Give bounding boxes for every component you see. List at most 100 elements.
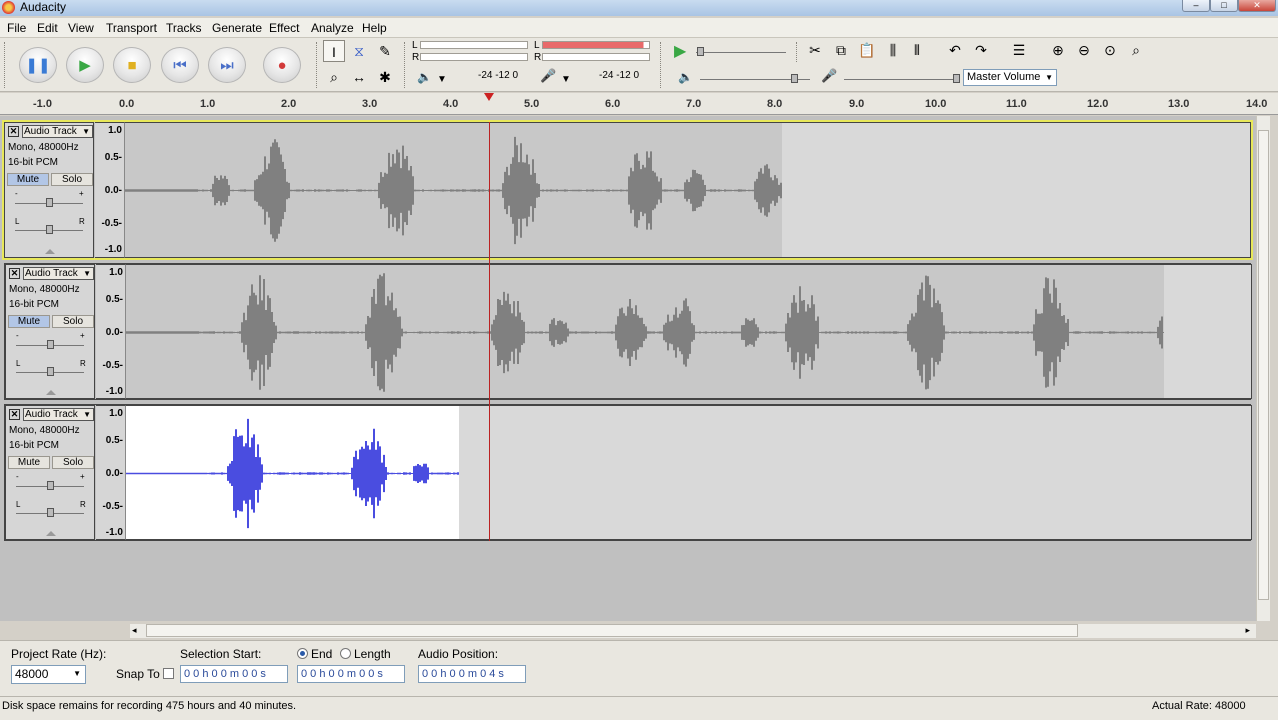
vertical-scrollbar-thumb[interactable] xyxy=(1258,130,1269,600)
collapse-track-icon[interactable] xyxy=(46,390,56,395)
envelope-tool-button[interactable]: ⧖ xyxy=(348,40,370,62)
silence-icon[interactable]: ⫴ xyxy=(906,39,928,61)
input-source-dropdown[interactable]: Master Volume ▼ xyxy=(963,69,1057,86)
play-button[interactable]: ▶ xyxy=(66,47,104,83)
track-empty-area[interactable] xyxy=(1164,264,1252,399)
menu-tracks[interactable]: Tracks xyxy=(166,21,202,35)
mute-button[interactable]: Mute xyxy=(8,456,50,469)
draw-tool-button[interactable]: ✎ xyxy=(374,40,396,62)
timeline-ruler[interactable]: -1.0 0.0 1.0 2.0 3.0 4.0 5.0 6.0 7.0 8.0… xyxy=(0,93,1278,115)
undo-icon[interactable]: ↶ xyxy=(944,39,966,61)
track-name-menu[interactable]: Audio Track ▼ xyxy=(23,267,94,280)
selection-tool-button[interactable]: I xyxy=(323,40,345,62)
solo-button[interactable]: Solo xyxy=(52,315,94,328)
fit-project-icon[interactable]: ⌕ xyxy=(1125,39,1147,61)
snap-to-checkbox[interactable] xyxy=(163,668,174,679)
track-empty-area[interactable] xyxy=(782,122,1251,258)
menu-effect[interactable]: Effect xyxy=(269,21,299,35)
skip-to-start-button[interactable]: ⏮ xyxy=(161,47,199,83)
menu-transport[interactable]: Transport xyxy=(106,21,157,35)
menu-help[interactable]: Help xyxy=(362,21,387,35)
play-speed-slider[interactable] xyxy=(696,52,786,53)
project-rate-dropdown[interactable]: 48000 ▼ xyxy=(11,665,86,684)
waveform[interactable] xyxy=(126,405,459,540)
scale-label: 0.5- xyxy=(104,152,122,163)
toolbar-grip[interactable] xyxy=(660,42,662,88)
toolbar-grip[interactable] xyxy=(316,42,318,88)
zoom-tool-button[interactable]: ⌕ xyxy=(323,66,345,88)
fit-selection-icon[interactable]: ⊙ xyxy=(1099,39,1121,61)
menu-file[interactable]: File xyxy=(7,21,26,35)
pause-button[interactable]: ❚❚ xyxy=(19,47,57,83)
paste-icon[interactable]: 📋 xyxy=(856,39,878,61)
track-bit-depth: 16-bit PCM xyxy=(9,299,60,310)
toolbar-grip[interactable] xyxy=(4,42,6,88)
play-speed-slider-thumb[interactable] xyxy=(697,47,704,56)
input-volume-slider-thumb[interactable] xyxy=(953,74,961,83)
vertical-scrollbar[interactable] xyxy=(1256,116,1270,621)
gain-slider-thumb[interactable] xyxy=(47,340,54,349)
track-name-menu[interactable]: Audio Track ▼ xyxy=(23,408,94,421)
mute-button[interactable]: Mute xyxy=(8,315,50,328)
solo-button[interactable]: Solo xyxy=(52,456,94,469)
menu-analyze[interactable]: Analyze xyxy=(311,21,354,35)
selection-end-field[interactable]: 0 0 h 0 0 m 0 0 s xyxy=(297,665,405,683)
zoom-in-icon[interactable]: ⊕ xyxy=(1047,39,1069,61)
minimize-button[interactable]: – xyxy=(1182,0,1210,12)
multi-tool-button[interactable]: ✱ xyxy=(374,66,396,88)
zoom-out-icon[interactable]: ⊖ xyxy=(1073,39,1095,61)
skip-to-end-button[interactable]: ⏭ xyxy=(208,47,246,83)
toolbar-grip[interactable] xyxy=(404,42,406,88)
play-at-speed-icon[interactable]: ▶ xyxy=(674,41,686,61)
gain-slider-thumb[interactable] xyxy=(46,198,53,207)
audio-position-field[interactable]: 0 0 h 0 0 m 0 4 s xyxy=(418,665,526,683)
pan-slider-thumb[interactable] xyxy=(47,367,54,376)
scroll-left-icon[interactable]: ◂ xyxy=(132,625,137,636)
input-volume-slider[interactable] xyxy=(844,79,959,80)
pan-slider-thumb[interactable] xyxy=(46,225,53,234)
waveform[interactable] xyxy=(125,122,782,258)
sync-lock-icon[interactable]: ☰ xyxy=(1008,39,1030,61)
play-position-marker xyxy=(484,93,494,101)
record-button[interactable]: ● xyxy=(263,47,301,83)
menu-edit[interactable]: Edit xyxy=(37,21,58,35)
selection-start-field[interactable]: 0 0 h 0 0 m 0 0 s xyxy=(180,665,288,683)
audio-track-3[interactable]: ✕ Audio Track ▼ Mono, 48000Hz 16-bit PCM … xyxy=(4,404,1252,541)
toolbar-grip[interactable] xyxy=(796,42,798,62)
trim-icon[interactable]: ⫼ xyxy=(882,39,904,61)
output-volume-slider-thumb[interactable] xyxy=(791,74,798,83)
waveform[interactable] xyxy=(126,264,1164,399)
time-shift-tool-button[interactable]: ↔ xyxy=(348,66,370,88)
horizontal-scrollbar-thumb[interactable] xyxy=(146,624,1078,637)
audio-track-2[interactable]: ✕ Audio Track ▼ Mono, 48000Hz 16-bit PCM … xyxy=(4,263,1252,400)
chevron-down-icon: ▼ xyxy=(1045,73,1053,82)
close-window-button[interactable]: ✕ xyxy=(1238,0,1276,12)
collapse-track-icon[interactable] xyxy=(46,531,56,536)
length-radio[interactable] xyxy=(340,648,351,659)
i-beam-icon: I xyxy=(332,44,336,60)
copy-icon[interactable]: ⧉ xyxy=(830,39,852,61)
pan-slider-thumb[interactable] xyxy=(47,508,54,517)
track-panel[interactable]: ✕ Audio Track ▼ Mono, 48000Hz 16-bit PCM … xyxy=(0,116,1256,621)
maximize-button[interactable]: □ xyxy=(1210,0,1238,12)
close-track-button[interactable]: ✕ xyxy=(9,409,20,420)
close-track-button[interactable]: ✕ xyxy=(8,126,19,137)
menu-view[interactable]: View xyxy=(68,21,94,35)
cut-icon[interactable]: ✂ xyxy=(804,39,826,61)
collapse-track-icon[interactable] xyxy=(45,249,55,254)
play-meter-menu-arrow[interactable]: ▼ xyxy=(437,74,447,85)
audio-track-1[interactable]: ✕ Audio Track ▼ Mono, 48000Hz 16-bit PCM … xyxy=(2,120,1253,260)
end-radio[interactable] xyxy=(297,648,308,659)
mute-button[interactable]: Mute xyxy=(7,173,49,186)
scroll-right-icon[interactable]: ▸ xyxy=(1245,625,1250,636)
solo-button[interactable]: Solo xyxy=(51,173,93,186)
track-empty-area[interactable] xyxy=(459,405,1252,540)
stop-button[interactable]: ■ xyxy=(113,47,151,83)
redo-icon[interactable]: ↷ xyxy=(970,39,992,61)
close-track-button[interactable]: ✕ xyxy=(9,268,20,279)
rec-meter-menu-arrow[interactable]: ▼ xyxy=(561,74,571,85)
menu-generate[interactable]: Generate xyxy=(212,21,262,35)
horizontal-scrollbar[interactable]: ◂ ▸ xyxy=(130,624,1256,638)
track-name-menu[interactable]: Audio Track ▼ xyxy=(22,125,93,138)
gain-slider-thumb[interactable] xyxy=(47,481,54,490)
